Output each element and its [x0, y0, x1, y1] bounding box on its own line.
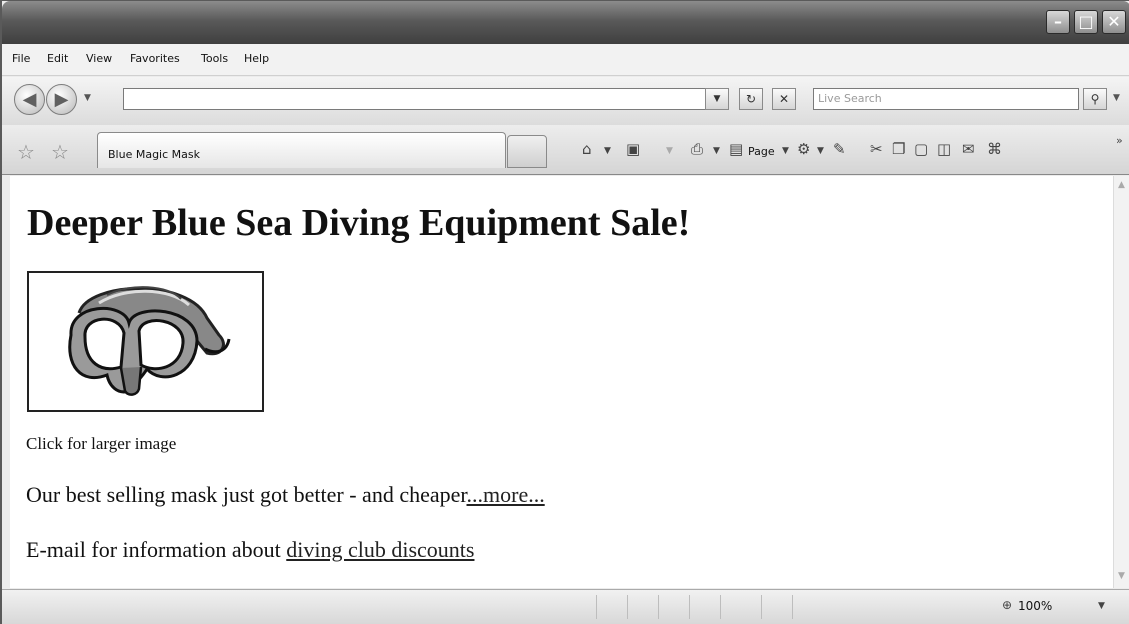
- scroll-up-icon[interactable]: ▲: [1114, 178, 1129, 193]
- zoom-icon[interactable]: ⊕: [1002, 598, 1012, 612]
- messenger-icon[interactable]: ✉: [962, 140, 975, 158]
- email-text: E-mail for information about: [26, 537, 287, 562]
- search-options-icon[interactable]: ▼: [1113, 93, 1120, 103]
- minimize-icon[interactable]: –: [1046, 10, 1070, 34]
- home-icon[interactable]: ⌂: [582, 140, 592, 158]
- menu-file[interactable]: File: [12, 52, 30, 65]
- stop-icon[interactable]: ✕: [772, 88, 796, 110]
- home-dropdown-icon[interactable]: ▼: [604, 146, 611, 156]
- promo-text: Our best selling mask just got better - …: [26, 482, 467, 507]
- research-icon[interactable]: ✎: [833, 140, 846, 158]
- feeds-dropdown-icon[interactable]: ▼: [666, 146, 673, 156]
- window-icon[interactable]: ◫: [937, 140, 951, 158]
- more-link[interactable]: ...more...: [467, 482, 545, 507]
- mask-image[interactable]: [27, 271, 264, 412]
- vertical-scrollbar[interactable]: ▲ ▼: [1113, 176, 1129, 588]
- refresh-icon[interactable]: ↻: [739, 88, 763, 110]
- menu-favorites[interactable]: Favorites: [130, 52, 180, 65]
- page-icon[interactable]: ▤: [729, 140, 743, 158]
- menu-bar: File Edit View Favorites Tools Help: [2, 44, 1129, 76]
- promo-line: Our best selling mask just got better - …: [26, 482, 545, 508]
- close-icon[interactable]: ✕: [1102, 10, 1126, 34]
- zoom-level[interactable]: 100%: [1018, 599, 1052, 613]
- recent-pages-dropdown-icon[interactable]: ▼: [84, 93, 91, 103]
- page-menu-label[interactable]: Page: [748, 145, 775, 158]
- address-dropdown-icon[interactable]: ▼: [705, 88, 729, 110]
- print-dropdown-icon[interactable]: ▼: [713, 146, 720, 156]
- bluetooth-icon[interactable]: ⌘: [987, 140, 1002, 158]
- feeds-icon[interactable]: ▣: [626, 140, 640, 158]
- favorites-star-icon[interactable]: ☆: [17, 140, 35, 164]
- cut-icon[interactable]: ✂: [870, 140, 883, 158]
- new-tab-button[interactable]: [507, 135, 547, 168]
- status-bar: [2, 589, 1129, 624]
- maximize-icon[interactable]: □: [1074, 10, 1098, 34]
- image-caption: Click for larger image: [26, 434, 177, 453]
- print-icon[interactable]: ⎙: [691, 140, 703, 158]
- add-favorites-icon[interactable]: ☆: [51, 140, 69, 164]
- diving-mask-icon: [68, 286, 231, 396]
- tools-dropdown-icon[interactable]: ▼: [817, 146, 824, 156]
- menu-tools[interactable]: Tools: [201, 52, 228, 65]
- zoom-dropdown-icon[interactable]: ▼: [1098, 601, 1105, 611]
- menu-help[interactable]: Help: [244, 52, 269, 65]
- page-dropdown-icon[interactable]: ▼: [782, 146, 789, 156]
- tools-icon[interactable]: ⚙: [797, 140, 810, 158]
- page-content: Deeper Blue Sea Diving Equipment Sale! C…: [10, 176, 1113, 588]
- address-input[interactable]: [123, 88, 728, 110]
- menu-edit[interactable]: Edit: [47, 52, 68, 65]
- title-bar: – □ ✕: [2, 1, 1129, 45]
- diving-club-discounts-link[interactable]: diving club discounts: [286, 537, 474, 562]
- tab-active[interactable]: Blue Magic Mask: [97, 132, 506, 168]
- forward-icon[interactable]: ▶: [46, 84, 77, 115]
- search-input[interactable]: Live Search: [813, 88, 1079, 110]
- paste-icon[interactable]: ▢: [914, 140, 928, 158]
- scroll-down-icon[interactable]: ▼: [1114, 569, 1129, 584]
- toolbar-overflow-icon[interactable]: »: [1116, 134, 1123, 147]
- email-line: E-mail for information about diving club…: [26, 537, 474, 563]
- back-icon[interactable]: ◀: [14, 84, 45, 115]
- search-icon[interactable]: ⚲: [1083, 88, 1107, 110]
- menu-view[interactable]: View: [86, 52, 112, 65]
- page-title: Deeper Blue Sea Diving Equipment Sale!: [27, 202, 691, 244]
- copy-icon[interactable]: ❐: [892, 140, 905, 158]
